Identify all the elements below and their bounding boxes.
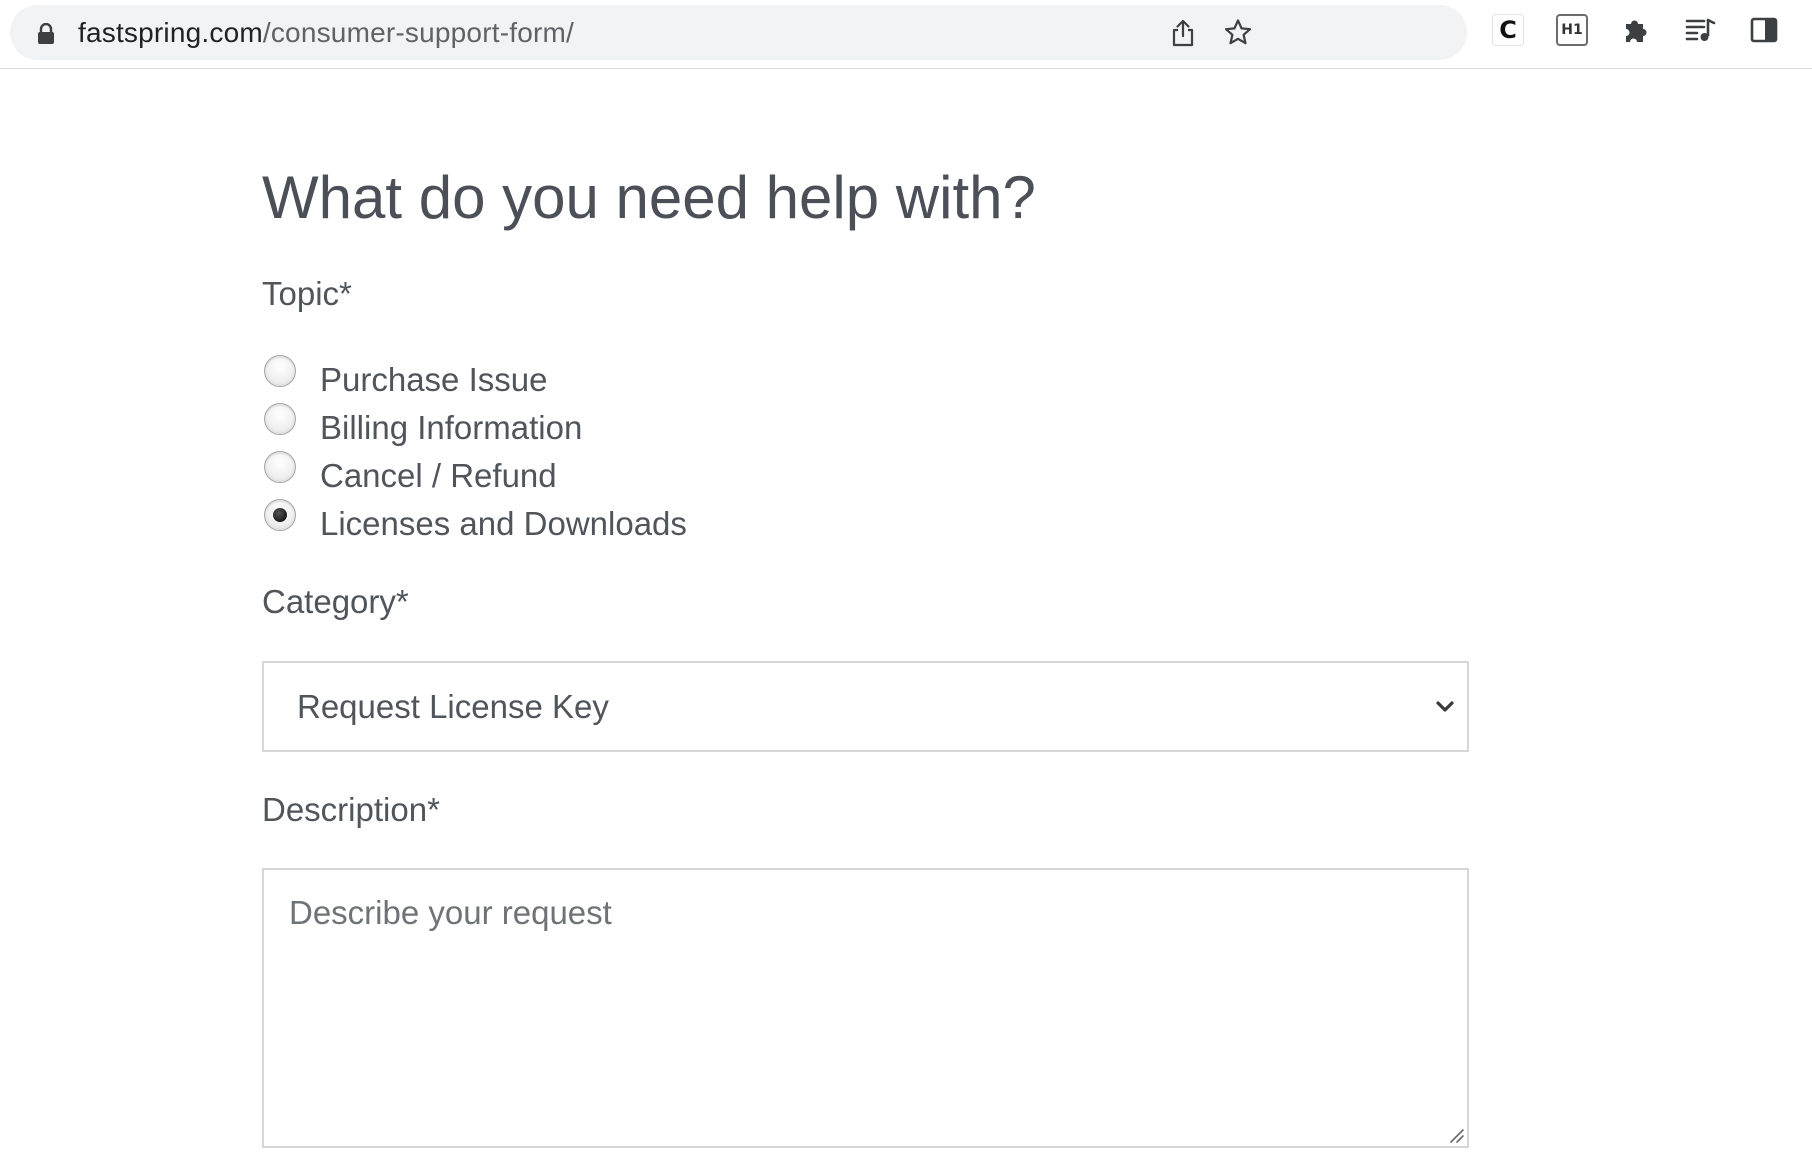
- extension-h1-label: H1: [1556, 14, 1588, 46]
- resize-grip-icon[interactable]: [1447, 1126, 1465, 1144]
- category-selected-value: Request License Key: [297, 688, 609, 725]
- category-select[interactable]: Request License Key: [262, 661, 1469, 752]
- radio-purchase-issue[interactable]: [264, 355, 296, 387]
- radio-licenses-and-downloads[interactable]: [264, 499, 296, 531]
- extension-c-label: C: [1492, 14, 1524, 46]
- radio-billing-information[interactable]: [264, 403, 296, 435]
- extension-c-icon[interactable]: C: [1492, 14, 1524, 46]
- description-placeholder: Describe your request: [289, 894, 612, 931]
- side-panel-icon[interactable]: [1748, 14, 1780, 46]
- category-label: Category*: [262, 583, 409, 620]
- chevron-down-icon: [1436, 701, 1454, 712]
- bookmark-star-icon[interactable]: [1222, 17, 1254, 49]
- radio-label-cancel-refund[interactable]: Cancel / Refund: [320, 457, 557, 495]
- url-host: fastspring.com: [78, 17, 263, 48]
- address-url[interactable]: fastspring.com/consumer-support-form/: [78, 5, 574, 60]
- radio-label-purchase-issue[interactable]: Purchase Issue: [320, 361, 547, 399]
- topic-option-purchase-issue[interactable]: Purchase Issue: [262, 355, 962, 399]
- share-icon[interactable]: [1167, 17, 1199, 49]
- extension-h1-icon[interactable]: H1: [1556, 14, 1588, 46]
- description-label: Description*: [262, 791, 440, 828]
- lock-icon[interactable]: [36, 23, 56, 45]
- topic-option-licenses-and-downloads[interactable]: Licenses and Downloads: [262, 499, 962, 543]
- extensions-puzzle-icon[interactable]: [1620, 14, 1652, 46]
- browser-toolbar: fastspring.com/consumer-support-form/ C …: [0, 0, 1812, 69]
- radio-cancel-refund[interactable]: [264, 451, 296, 483]
- page-title: What do you need help with?: [262, 164, 1036, 231]
- radio-label-licenses-and-downloads[interactable]: Licenses and Downloads: [320, 505, 687, 543]
- description-textarea[interactable]: Describe your request: [262, 868, 1469, 1148]
- topic-label: Topic*: [262, 275, 352, 312]
- radio-label-billing-information[interactable]: Billing Information: [320, 409, 582, 447]
- url-path: /consumer-support-form/: [262, 17, 575, 48]
- topic-option-billing-information[interactable]: Billing Information: [262, 403, 962, 447]
- reading-list-icon[interactable]: [1684, 14, 1716, 46]
- topic-option-cancel-refund[interactable]: Cancel / Refund: [262, 451, 962, 495]
- address-bar[interactable]: fastspring.com/consumer-support-form/: [10, 5, 1467, 60]
